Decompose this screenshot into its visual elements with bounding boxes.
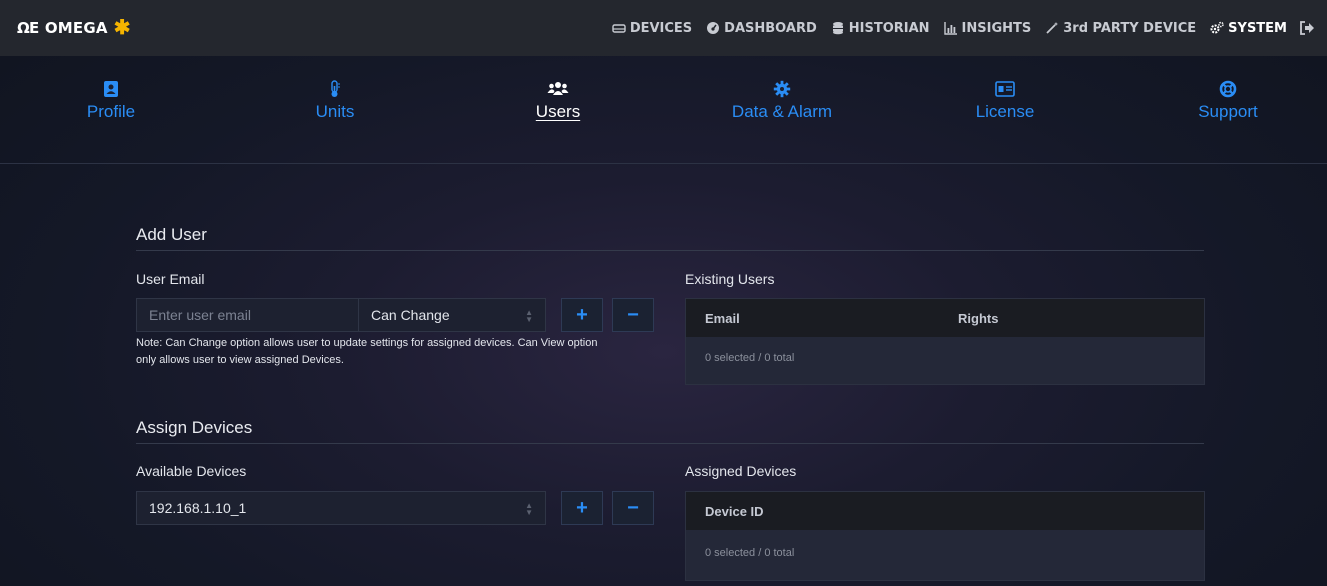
assign-devices-divider — [136, 443, 1204, 444]
main-nav: DEVICES DASHBOARD HISTORIAN INSIGHTS 3rd… — [598, 0, 1315, 56]
rights-select-value: Can Change — [371, 307, 450, 323]
tab-support-label: Support — [1198, 102, 1258, 121]
user-email-input[interactable]: Enter user email — [136, 298, 359, 332]
tab-license-label: License — [975, 102, 1035, 121]
unassign-device-button[interactable]: − — [612, 491, 654, 525]
id-card-icon — [925, 78, 1085, 100]
assigned-devices-label: Assigned Devices — [685, 463, 797, 479]
column-header-device-id[interactable]: Device ID — [705, 504, 764, 519]
tab-units-label: Units — [315, 102, 355, 121]
logo-text: ΩE OMEGA — [17, 19, 108, 37]
assign-devices-title: Assign Devices — [136, 418, 253, 437]
plus-icon: + — [576, 496, 588, 519]
omega-logo[interactable]: ΩE OMEGA ✱ — [17, 17, 131, 39]
nav-historian-label: HISTORIAN — [848, 20, 930, 36]
nav-devices-label: DEVICES — [629, 20, 693, 36]
assign-device-button[interactable]: + — [561, 491, 603, 525]
bar-chart-icon — [943, 21, 958, 35]
table-header: Email Rights — [686, 299, 1204, 337]
hdd-icon — [612, 21, 626, 35]
remove-user-button[interactable]: − — [612, 298, 654, 332]
select-caret-icon: ▲ ▼ — [525, 501, 533, 517]
assigned-devices-table: Device ID 0 selected / 0 total — [685, 491, 1205, 581]
existing-users-table: Email Rights 0 selected / 0 total — [685, 298, 1205, 385]
nav-historian[interactable]: HISTORIAN — [831, 21, 930, 36]
nav-insights-label: INSIGHTS — [961, 20, 1032, 36]
plus-icon: + — [576, 303, 588, 326]
add-user-button[interactable]: + — [561, 298, 603, 332]
tab-profile[interactable]: Profile — [31, 78, 191, 122]
available-devices-select[interactable]: 192.168.1.10_1 ▲ ▼ — [136, 491, 546, 525]
user-email-placeholder: Enter user email — [149, 307, 251, 323]
settings-tabs: Profile Units Users Data & Alarm License… — [0, 56, 1327, 164]
tab-profile-label: Profile — [86, 102, 136, 121]
gear-icon — [702, 78, 862, 100]
add-user-divider — [136, 250, 1204, 251]
tab-data-alarm[interactable]: Data & Alarm — [702, 78, 862, 122]
nav-devices[interactable]: DEVICES — [612, 21, 692, 36]
table-selection-count: 0 selected / 0 total — [705, 547, 795, 559]
nav-third-party-label: 3rd PARTY DEVICE — [1063, 20, 1197, 36]
rights-note: Note: Can Change option allows user to u… — [136, 335, 676, 369]
users-icon — [478, 78, 638, 100]
logout-icon[interactable] — [1299, 20, 1315, 36]
nav-dashboard-label: DASHBOARD — [724, 20, 817, 36]
nav-insights[interactable]: INSIGHTS — [943, 20, 1032, 36]
minus-icon: − — [627, 303, 639, 326]
logo-star-icon: ✱ — [113, 17, 131, 39]
life-ring-icon — [1148, 78, 1308, 100]
top-navbar: ΩE OMEGA ✱ DEVICES DASHBOARD HISTORIAN I… — [0, 0, 1327, 56]
table-selection-count: 0 selected / 0 total — [705, 352, 795, 364]
magic-wand-icon — [1045, 21, 1059, 35]
minus-icon: − — [627, 496, 639, 519]
tab-support[interactable]: Support — [1148, 78, 1308, 122]
database-icon — [831, 21, 845, 35]
rights-note-line2: only allows user to view assigned Device… — [136, 354, 344, 366]
tab-data-alarm-label: Data & Alarm — [731, 102, 833, 121]
tab-users-label: Users — [535, 102, 581, 121]
nav-dashboard[interactable]: DASHBOARD — [706, 21, 817, 36]
rights-select[interactable]: Can Change ▲ ▼ — [358, 298, 546, 332]
gauge-icon — [706, 21, 720, 35]
nav-third-party-device[interactable]: 3rd PARTY DEVICE — [1045, 21, 1196, 36]
thermometer-icon — [255, 78, 415, 100]
add-user-title: Add User — [136, 225, 207, 244]
available-devices-value: 192.168.1.10_1 — [149, 500, 247, 516]
tab-users[interactable]: Users — [478, 78, 638, 122]
tab-license[interactable]: License — [925, 78, 1085, 122]
nav-system[interactable]: SYSTEM — [1210, 21, 1287, 36]
table-header: Device ID — [686, 492, 1204, 530]
user-email-label: User Email — [136, 271, 205, 287]
select-caret-icon: ▲ ▼ — [525, 308, 533, 324]
address-book-icon — [31, 78, 191, 100]
column-header-rights[interactable]: Rights — [958, 311, 998, 326]
tab-units[interactable]: Units — [255, 78, 415, 122]
existing-users-label: Existing Users — [685, 271, 775, 287]
rights-note-line1: Note: Can Change option allows user to u… — [136, 337, 598, 349]
cogs-icon — [1210, 21, 1224, 35]
nav-system-label: SYSTEM — [1228, 20, 1287, 36]
column-header-email[interactable]: Email — [705, 311, 958, 326]
available-devices-label: Available Devices — [136, 463, 247, 479]
